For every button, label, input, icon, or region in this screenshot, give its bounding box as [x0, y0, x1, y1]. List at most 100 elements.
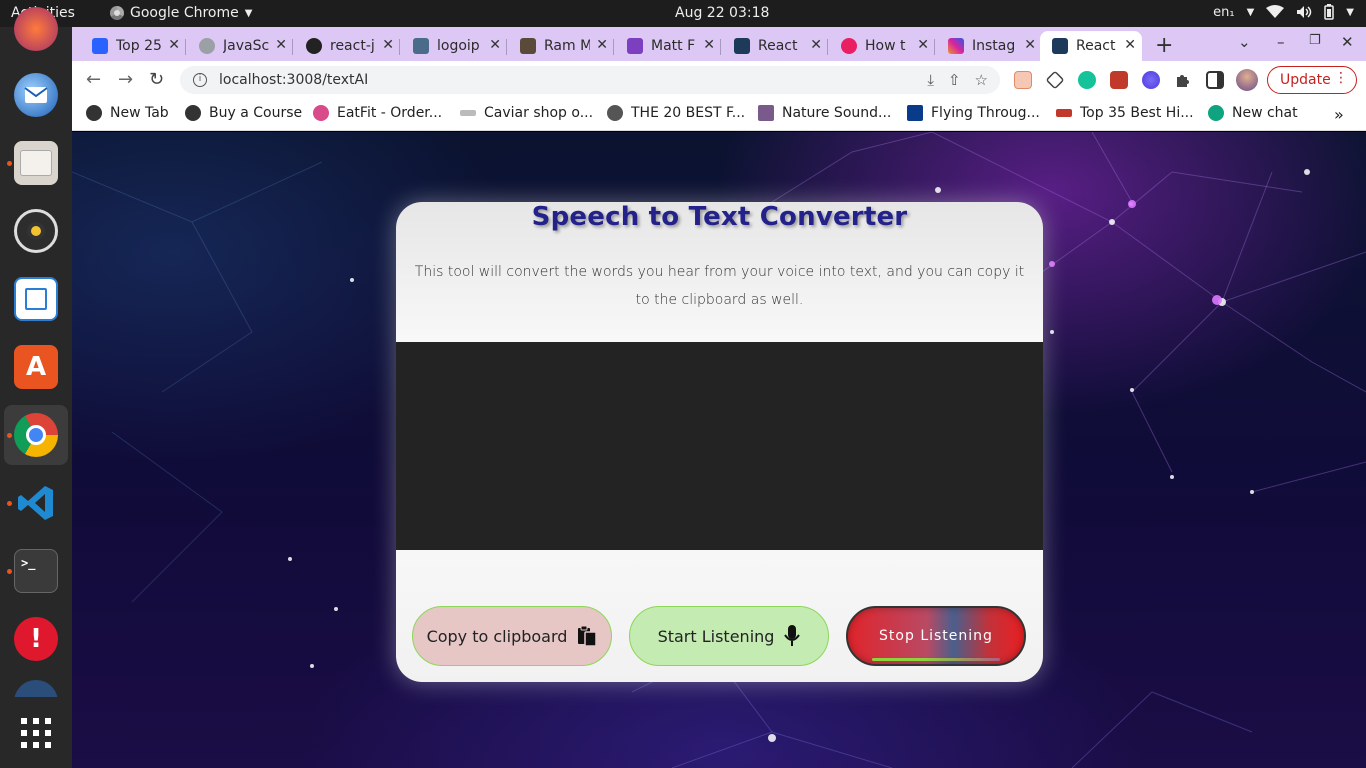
browser-tab[interactable]: logoip ✕ [401, 31, 507, 61]
restore-button[interactable]: ❐ [1309, 33, 1321, 48]
show-apps-button[interactable] [4, 703, 68, 763]
extension-icon[interactable] [1014, 71, 1032, 89]
dock-item-chrome[interactable] [4, 405, 68, 465]
language-indicator[interactable]: en₁ [1213, 5, 1234, 20]
extension-icon[interactable] [1142, 71, 1160, 89]
new-tab-button[interactable]: + [1155, 33, 1173, 58]
tab-title: Top 25 [116, 38, 162, 54]
close-icon[interactable]: ✕ [703, 37, 715, 53]
start-listening-button[interactable]: Start Listening [629, 606, 829, 666]
dock-item-software[interactable]: A [4, 337, 68, 397]
start-button-label: Start Listening [657, 626, 775, 646]
tab-search-button[interactable]: ⌄ [1238, 33, 1251, 51]
update-button[interactable]: Update ⋮ [1267, 66, 1357, 94]
reload-button[interactable]: ↻ [149, 69, 164, 90]
dock-item-updater[interactable]: ! [4, 609, 68, 669]
share-icon[interactable]: ⇧ [948, 71, 961, 89]
running-indicator [7, 161, 12, 166]
browser-tab[interactable]: Instag ✕ [936, 31, 1042, 61]
clipboard-icon [578, 625, 598, 647]
tab-divider [934, 39, 935, 55]
browser-tab[interactable]: React ✕ [722, 31, 828, 61]
tab-title: Instag [972, 38, 1016, 54]
puzzle-icon[interactable] [1174, 71, 1192, 89]
side-panel-icon[interactable] [1206, 71, 1224, 89]
dock-item-vscode[interactable] [4, 473, 68, 533]
more-bookmarks-icon[interactable]: » [1334, 105, 1344, 124]
browser-tab-active[interactable]: React ✕ [1040, 31, 1142, 61]
bookmark-item[interactable]: New chat [1208, 105, 1298, 121]
tab-divider [827, 39, 828, 55]
react-icon [734, 38, 750, 54]
bookmarks-bar: New Tab Buy a Course EatFit - Order... C… [72, 99, 1366, 131]
dock-item-terminal[interactable]: >_ [4, 541, 68, 601]
close-icon[interactable]: ✕ [275, 37, 287, 53]
close-icon[interactable]: ✕ [489, 37, 501, 53]
bookmark-item[interactable]: Flying Throug... [907, 105, 1040, 121]
minimize-button[interactable]: – [1277, 33, 1285, 51]
browser-tab[interactable]: Ram M ✕ [508, 31, 614, 61]
vscode-icon [14, 481, 58, 525]
avatar[interactable] [1236, 69, 1258, 91]
bookmark-item[interactable]: EatFit - Order... [313, 105, 442, 121]
forward-button[interactable]: → [118, 69, 133, 90]
install-icon[interactable]: ⤓ [927, 71, 934, 89]
site-icon [1056, 109, 1072, 117]
extension-icon[interactable] [1045, 70, 1065, 90]
dock-item-writer[interactable] [4, 269, 68, 329]
dock-item-rhythmbox[interactable] [4, 201, 68, 261]
page-title: Speech to Text Converter [531, 202, 908, 232]
grammarly-icon[interactable] [1078, 71, 1096, 89]
chevron-down-icon: ▼ [1246, 6, 1255, 18]
close-icon[interactable]: ✕ [810, 37, 822, 53]
bookmark-label: THE 20 BEST F... [631, 105, 746, 121]
address-bar[interactable]: i localhost:3008/textAI ⤓ ⇧ ☆ [180, 66, 1000, 94]
info-icon[interactable]: i [193, 73, 207, 87]
browser-tab[interactable]: react-j ✕ [294, 31, 400, 61]
tab-strip: Top 25 ✕ JavaSc ✕ react-j ✕ logoip ✕ Ram M ✕ … [72, 27, 1366, 61]
bookmark-item[interactable]: New Tab [86, 105, 169, 121]
close-icon[interactable]: ✕ [382, 37, 394, 53]
browser-toolbar: ← → ↻ i localhost:3008/textAI ⤓ ⇧ ☆ Upda… [72, 61, 1366, 99]
battery-icon [1324, 4, 1335, 20]
close-icon[interactable]: ✕ [917, 37, 929, 53]
bookmark-label: Nature Sound... [782, 105, 892, 121]
url-text[interactable]: localhost:3008/textAI [219, 72, 368, 88]
system-tray[interactable]: en₁ ▼ ▼ [1213, 4, 1354, 20]
dock-item-partial[interactable] [4, 677, 68, 697]
browser-tab[interactable]: How t ✕ [829, 31, 935, 61]
star-icon[interactable]: ☆ [975, 71, 988, 89]
clock[interactable]: Aug 22 03:18 [675, 5, 769, 21]
back-button[interactable]: ← [86, 69, 101, 90]
bookmark-item[interactable]: Top 35 Best Hi... [1056, 105, 1194, 121]
close-icon[interactable]: ✕ [1124, 37, 1136, 53]
chrome-icon [110, 6, 124, 20]
app-menu[interactable]: Google Chrome ▼ [110, 5, 252, 21]
site-icon [758, 105, 774, 121]
stop-listening-button[interactable]: Stop Listening [846, 606, 1026, 666]
dock-item-thunderbird[interactable] [4, 65, 68, 125]
tab-divider [613, 39, 614, 55]
close-icon[interactable]: ✕ [1024, 37, 1036, 53]
caviar-icon [460, 110, 476, 116]
bookmark-item[interactable]: Nature Sound... [758, 105, 891, 121]
tab-favicon-icon [413, 38, 429, 54]
tab-title: React [1076, 38, 1116, 54]
extension-icon[interactable] [1110, 71, 1128, 89]
bookmark-item[interactable]: Buy a Course [185, 105, 302, 121]
dock-item-partial[interactable] [4, 0, 68, 59]
transcript-area[interactable] [396, 342, 1043, 550]
close-icon[interactable]: ✕ [168, 37, 180, 53]
close-window-button[interactable]: ✕ [1341, 33, 1354, 51]
copy-to-clipboard-button[interactable]: Copy to clipboard [412, 606, 612, 666]
dock-item-files[interactable] [4, 133, 68, 193]
bookmark-label: EatFit - Order... [337, 105, 443, 121]
bookmark-item[interactable]: Caviar shop o... [460, 105, 593, 121]
browser-tab[interactable]: Matt F ✕ [615, 31, 721, 61]
close-icon[interactable]: ✕ [596, 37, 608, 53]
bookmark-item[interactable]: THE 20 BEST F... [607, 105, 745, 121]
browser-tab[interactable]: Top 25 ✕ [80, 31, 186, 61]
browser-tab[interactable]: JavaSc ✕ [187, 31, 293, 61]
writer-icon [14, 277, 58, 321]
chrome-icon [14, 413, 58, 457]
